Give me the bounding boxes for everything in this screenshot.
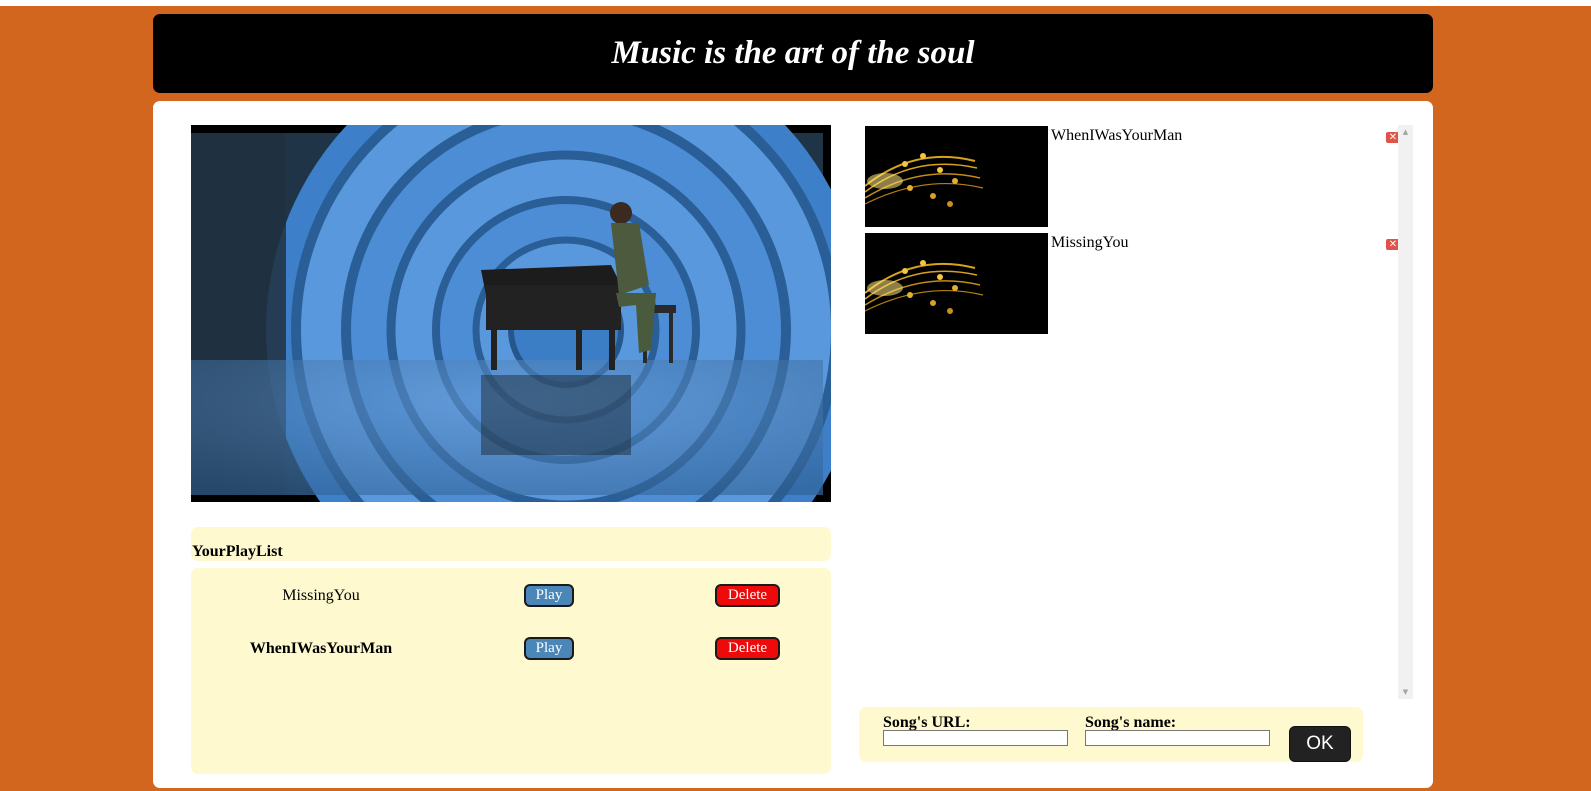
library-item[interactable]: MissingYou ✕: [865, 233, 1400, 335]
library-scrollbar[interactable]: ▲ ▼: [1398, 125, 1413, 699]
music-notes-thumbnail[interactable]: [865, 233, 1048, 334]
video-player[interactable]: [191, 125, 831, 502]
library-song-title: MissingYou: [1051, 234, 1129, 251]
playlist: MissingYou Play Delete WhenIWasYourMan P…: [191, 568, 831, 774]
top-edge: [0, 0, 1591, 6]
playlist-header: YourPlayList: [191, 527, 831, 561]
library-song-title: WhenIWasYourMan: [1051, 127, 1183, 144]
page-title: Music is the art of the soul: [611, 35, 975, 71]
delete-button[interactable]: Delete: [715, 637, 780, 660]
delete-button[interactable]: Delete: [715, 584, 780, 607]
scroll-down-icon[interactable]: ▼: [1398, 685, 1413, 699]
scroll-up-icon[interactable]: ▲: [1398, 125, 1413, 139]
page-header: Music is the art of the soul: [153, 14, 1433, 93]
add-song-form: Song's URL: Song's name: OK: [859, 707, 1363, 762]
song-name-input[interactable]: [1085, 730, 1270, 746]
playlist-title: YourPlayList: [192, 543, 283, 560]
main-panel: YourPlayList MissingYou Play Delete When…: [153, 101, 1433, 788]
song-url-input[interactable]: [883, 730, 1068, 746]
play-button[interactable]: Play: [524, 637, 574, 660]
music-notes-icon: [865, 126, 1048, 227]
play-button[interactable]: Play: [524, 584, 574, 607]
playlist-song-name: WhenIWasYourMan: [249, 640, 393, 657]
playlist-row: MissingYou Play Delete: [191, 584, 831, 610]
playlist-row: WhenIWasYourMan Play Delete: [191, 637, 831, 663]
song-library: WhenIWasYourMan ✕ MissingYou ✕: [865, 125, 1413, 699]
library-item[interactable]: WhenIWasYourMan ✕: [865, 126, 1400, 228]
music-notes-icon: [865, 233, 1048, 334]
music-notes-thumbnail[interactable]: [865, 126, 1048, 227]
playlist-song-name: MissingYou: [282, 587, 360, 604]
ok-button[interactable]: OK: [1289, 726, 1351, 762]
video-frame: [191, 125, 831, 502]
